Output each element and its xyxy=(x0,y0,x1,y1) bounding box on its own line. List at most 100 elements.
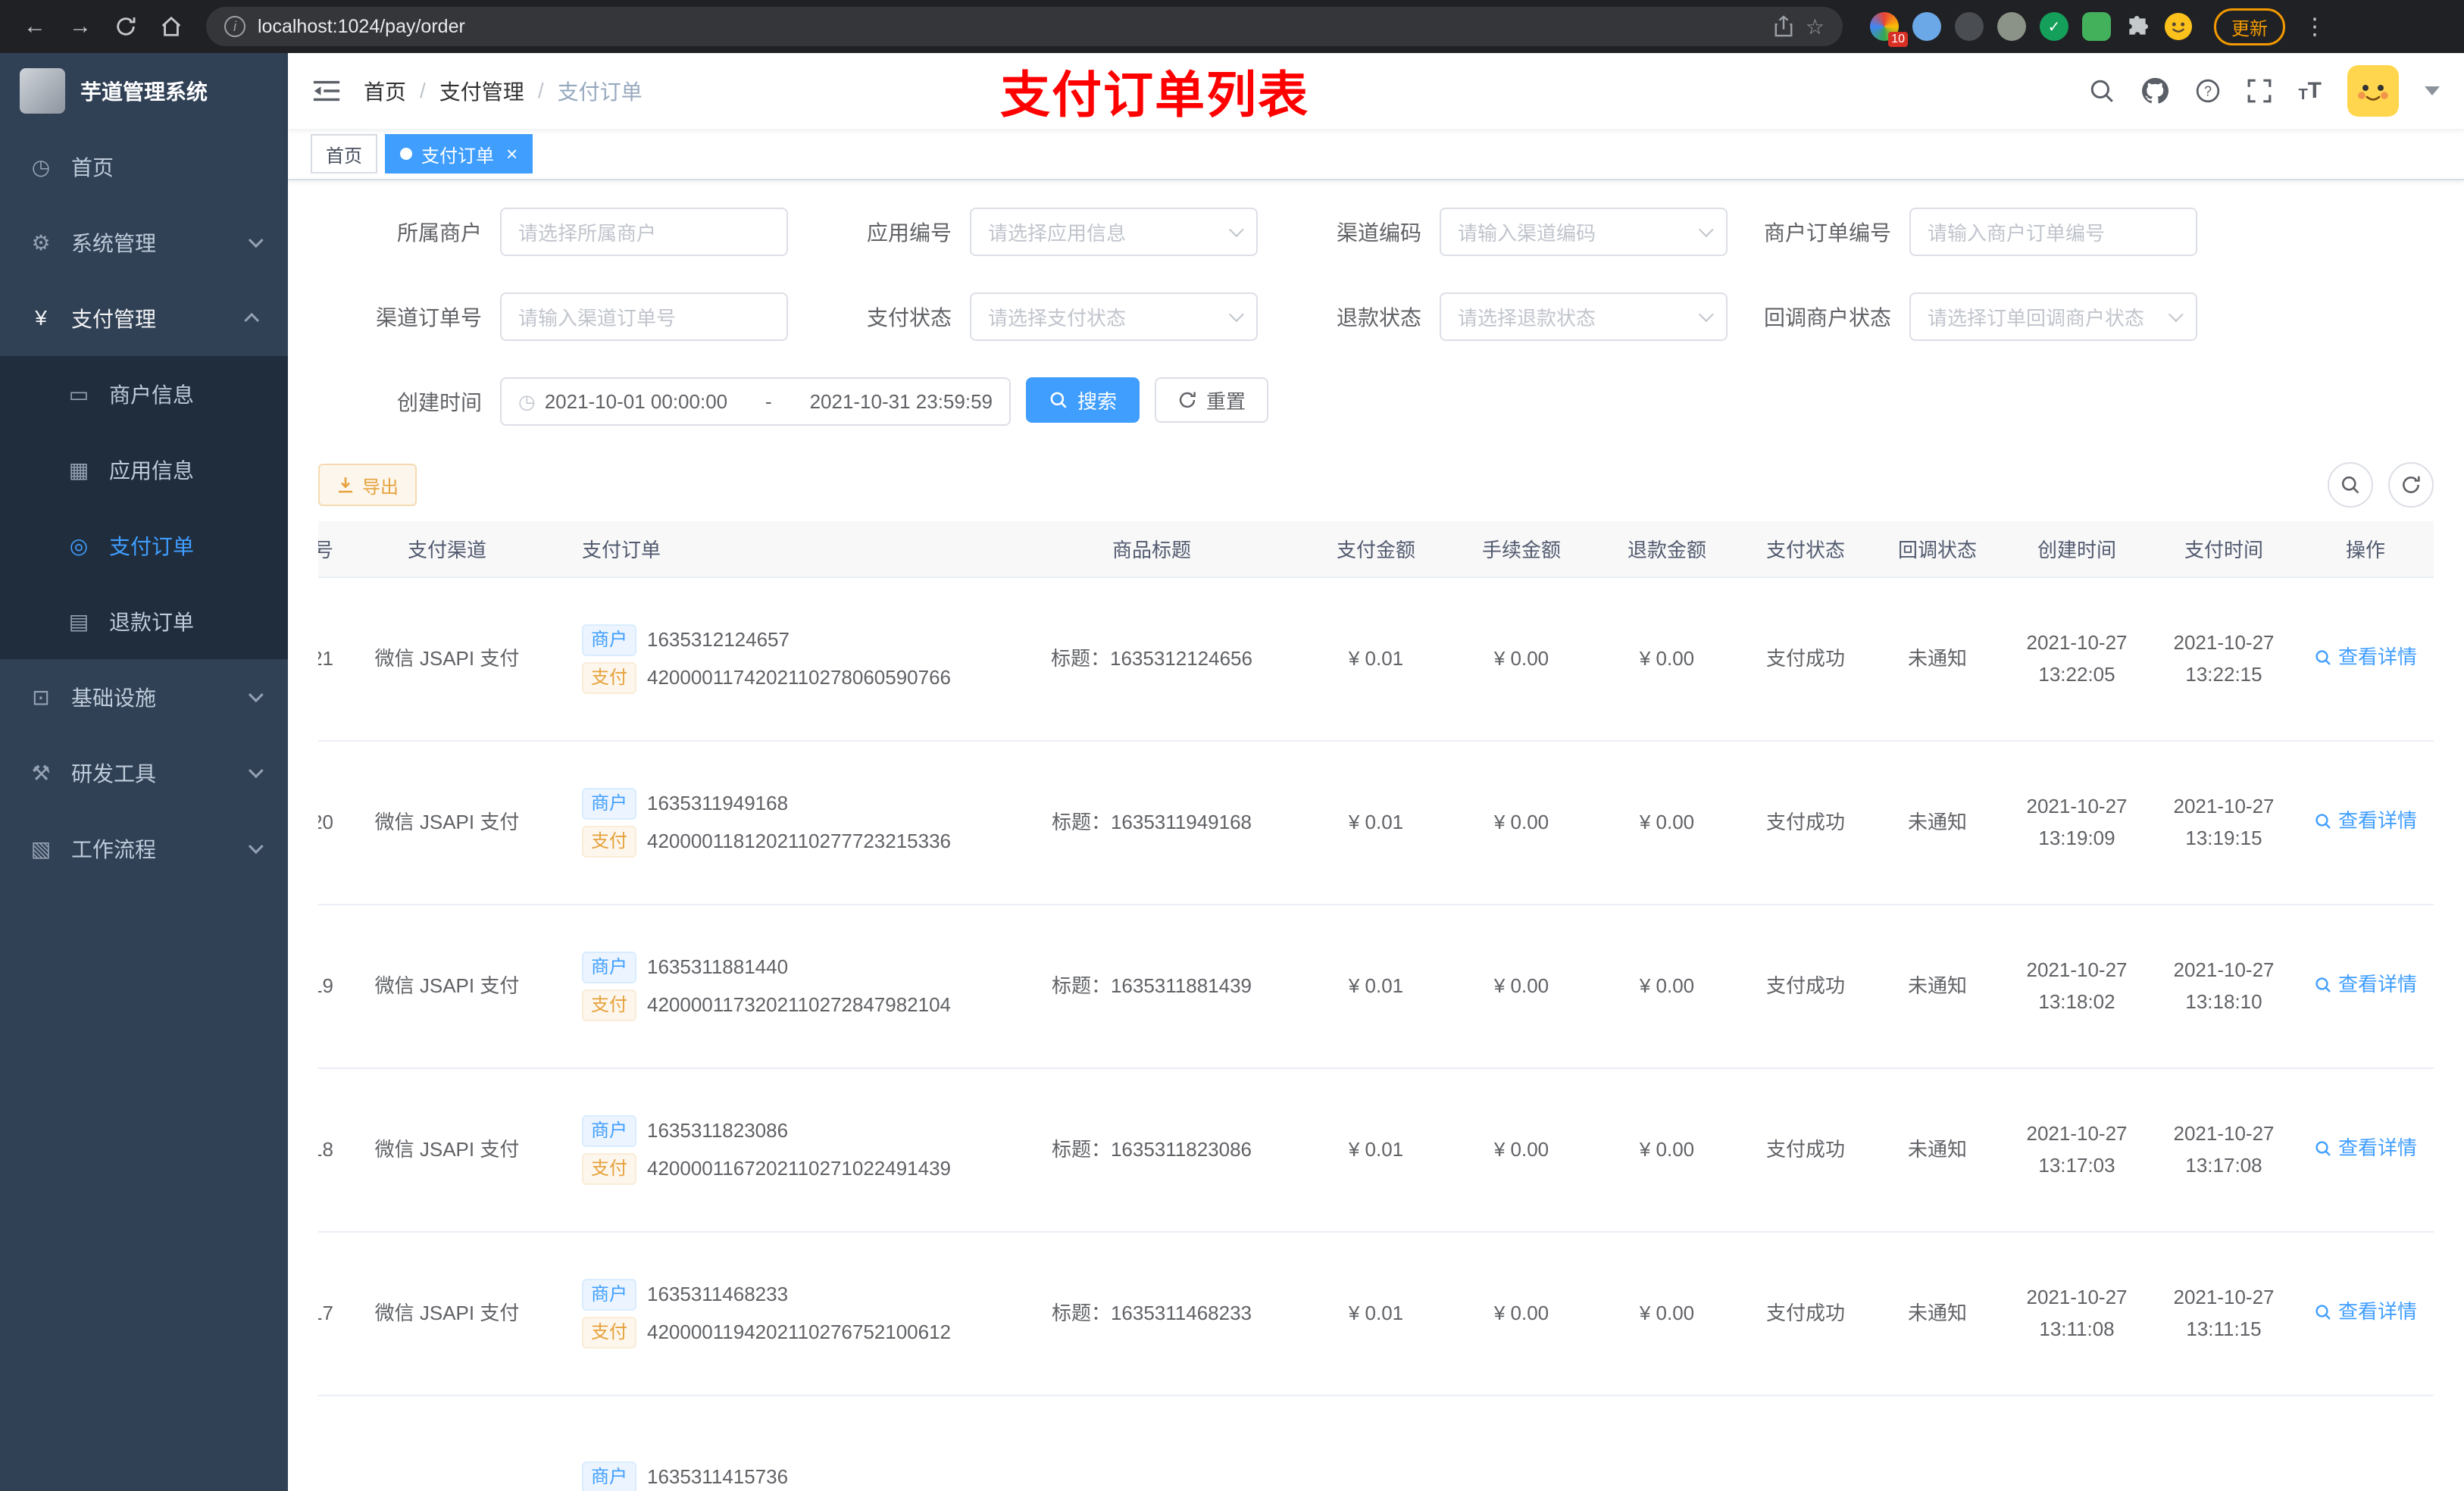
font-size-icon[interactable]: TT xyxy=(2298,78,2322,104)
grid-icon: ▦ xyxy=(68,458,89,482)
sidebar-item-label: 系统管理 xyxy=(71,232,157,255)
product-title-cell: 标题：1635311881439 xyxy=(1051,974,1252,998)
sidebar-item-label: 支付管理 xyxy=(71,308,157,331)
clock-icon: ◷ xyxy=(518,389,536,413)
view-detail-button[interactable]: 查看详情 xyxy=(2314,1133,2417,1164)
chevron-down-icon xyxy=(248,839,264,855)
annotation-title: 支付订单列表 xyxy=(1000,67,1309,123)
refresh-table-button[interactable] xyxy=(2388,462,2434,508)
browser-toolbar: ← → i localhost:1024/pay/order ☆ 10 ✓ 更新… xyxy=(0,0,2464,53)
pay-time-cell: 2021-10-27 13:18:10 xyxy=(2173,958,2275,1013)
share-icon[interactable] xyxy=(1774,15,1793,38)
chevron-down-icon xyxy=(248,687,264,703)
table-toolbar: 导出 xyxy=(288,462,2464,508)
tab-pay-order[interactable]: 支付订单 × xyxy=(385,134,533,173)
pay-order-line: 支付 4200001194202110276752100612 xyxy=(582,1317,991,1349)
avatar-caret-icon[interactable] xyxy=(2425,86,2440,95)
extensions-puzzle-icon[interactable] xyxy=(2125,14,2150,39)
bookmark-star-icon[interactable]: ☆ xyxy=(1806,14,1825,39)
site-info-icon[interactable]: i xyxy=(224,16,245,37)
extension-icon-gray[interactable] xyxy=(1997,12,2026,41)
app-id-filter-select[interactable]: 请选择应用信息 xyxy=(970,208,1258,256)
sidebar-item-payment[interactable]: ¥ 支付管理 xyxy=(0,280,288,356)
toggle-search-button[interactable] xyxy=(2328,462,2373,508)
browser-profile-avatar[interactable] xyxy=(2164,12,2193,41)
breadcrumb-payment[interactable]: 支付管理 xyxy=(439,76,524,106)
extension-icon-green-chat[interactable] xyxy=(2082,12,2111,41)
sidebar-item-system[interactable]: ⚙ 系统管理 xyxy=(0,205,288,280)
extension-icon-green-check[interactable]: ✓ xyxy=(2040,12,2068,41)
merchant-order-no: 1635311823086 xyxy=(647,1119,789,1142)
reset-button[interactable]: 重置 xyxy=(1155,377,1269,423)
actions-cell: 查看详情 xyxy=(2297,1465,2434,1489)
sidebar-item-app-info[interactable]: ▦ 应用信息 xyxy=(0,432,288,508)
help-icon[interactable]: ? xyxy=(2195,78,2221,104)
sidebar-item-pay-order[interactable]: ◎ 支付订单 xyxy=(0,508,288,583)
view-detail-button[interactable]: 查看详情 xyxy=(2314,642,2417,674)
refund-amount-cell xyxy=(1594,1465,1740,1489)
pay-channel-cell xyxy=(349,1465,546,1489)
product-title-cell: 标题：1635311949168 xyxy=(1051,811,1252,834)
actions-cell: 查看详情 xyxy=(2297,793,2434,852)
breadcrumb-current: 支付订单 xyxy=(557,80,643,104)
breadcrumb-home[interactable]: 首页 xyxy=(364,76,406,106)
column-header-refund: 退款金额 xyxy=(1627,539,1706,561)
merchant-order-line: 商户 1635311949168 xyxy=(582,788,991,820)
merchant-order-no-filter-input[interactable]: 请输入商户订单编号 xyxy=(1909,208,2197,256)
date-range-end: 2021-10-31 23:59:59 xyxy=(809,389,993,413)
fullscreen-icon[interactable] xyxy=(2247,78,2272,104)
browser-menu-icon[interactable]: ⋮ xyxy=(2303,14,2326,40)
channel-order-no-filter-label: 渠道订单号 xyxy=(375,306,482,330)
search-button[interactable]: 搜索 xyxy=(1026,377,1140,423)
create-time-range-picker[interactable]: ◷ 2021-10-01 00:00:00 - 2021-10-31 23:59… xyxy=(500,377,1011,426)
sidebar-item-refund-order[interactable]: ▤ 退款订单 xyxy=(0,583,288,659)
view-detail-button[interactable]: 查看详情 xyxy=(2314,805,2417,837)
chevron-down-icon xyxy=(2168,307,2184,323)
search-icon[interactable] xyxy=(2089,78,2115,104)
browser-back-button[interactable]: ← xyxy=(15,7,55,46)
pay-status-filter-select[interactable]: 请选择支付状态 xyxy=(970,292,1258,341)
channel-transaction-no: 4200001173202110272847982104 xyxy=(647,993,952,1017)
pay-order-cell: 商户 1635311881440 支付 42000011732021102728… xyxy=(546,933,1000,1039)
browser-update-button[interactable]: 更新 xyxy=(2214,8,2285,45)
table-row: 17 微信 JSAPI 支付 商户 1635311468233 支付 42000… xyxy=(318,1233,2434,1396)
logo-avatar xyxy=(20,68,65,114)
export-button[interactable]: 导出 xyxy=(318,464,417,506)
table-row: 商户 1635311415736 支付 查看详情 xyxy=(318,1396,2434,1491)
channel-order-no-filter-input[interactable]: 请输入渠道订单号 xyxy=(500,292,788,341)
view-detail-label: 查看详情 xyxy=(2337,1136,2417,1160)
view-detail-button[interactable]: 查看详情 xyxy=(2314,1296,2417,1328)
sidebar-item-infrastructure[interactable]: ⊡ 基础设施 xyxy=(0,659,288,735)
github-icon[interactable] xyxy=(2140,77,2169,105)
extension-icon-blue[interactable] xyxy=(1912,12,1941,41)
pay-order-cell: 商户 1635311468233 支付 42000011942021102767… xyxy=(546,1261,1000,1367)
order-id-cell: 17 xyxy=(318,1302,333,1325)
sidebar-item-dev-tools[interactable]: ⚒ 研发工具 xyxy=(0,735,288,811)
target-icon: ◎ xyxy=(69,533,89,558)
extension-icon-colorful[interactable]: 10 xyxy=(1870,12,1908,47)
merchant-filter-input[interactable]: 请选择所属商户 xyxy=(500,208,788,256)
pay-time-cell: 2021-10-27 13:19:15 xyxy=(2173,795,2275,849)
notify-status-filter-select[interactable]: 请选择订单回调商户状态 xyxy=(1909,292,2197,341)
placeholder-text: 请输入商户订单编号 xyxy=(1928,221,2106,245)
sidebar-item-workflow[interactable]: ▧ 工作流程 xyxy=(0,811,288,886)
tab-home[interactable]: 首页 xyxy=(311,134,377,173)
pay-order-line: 支付 4200001181202110277723215336 xyxy=(582,826,991,858)
view-detail-button[interactable]: 查看详情 xyxy=(2314,969,2417,1001)
sidebar-item-merchant-info[interactable]: ▭ 商户信息 xyxy=(0,356,288,432)
pay-time-cell xyxy=(2150,1465,2297,1489)
channel-code-filter-select[interactable]: 请输入渠道编码 xyxy=(1440,208,1728,256)
user-avatar[interactable] xyxy=(2347,65,2399,117)
sidebar-item-home[interactable]: ◷ 首页 xyxy=(0,129,288,205)
extension-icon-dark[interactable] xyxy=(1955,12,1984,41)
column-header-notify: 回调状态 xyxy=(1897,539,1977,561)
pay-channel-cell: 微信 JSAPI 支付 xyxy=(374,1302,520,1325)
browser-home-button[interactable] xyxy=(152,7,191,46)
pay-tag: 支付 xyxy=(582,1153,636,1185)
browser-forward-button[interactable]: → xyxy=(61,7,100,46)
close-icon[interactable]: × xyxy=(506,144,518,164)
address-bar[interactable]: i localhost:1024/pay/order ☆ xyxy=(206,7,1843,46)
refund-status-filter-select[interactable]: 请选择退款状态 xyxy=(1440,292,1728,341)
browser-reload-button[interactable] xyxy=(106,7,145,46)
hamburger-icon[interactable] xyxy=(312,79,341,103)
